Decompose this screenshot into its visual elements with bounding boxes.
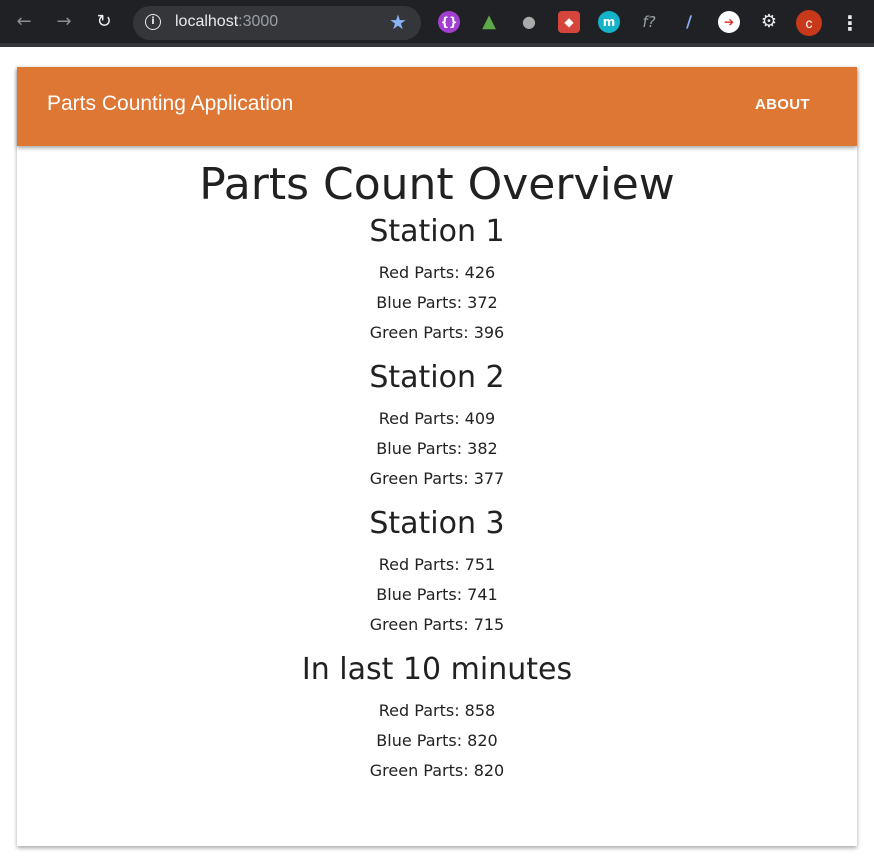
extension-circle-icon[interactable]: ➔ bbox=[718, 11, 740, 33]
section-title: Station 3 bbox=[369, 506, 505, 541]
extension-bracket-icon[interactable]: {} bbox=[438, 11, 460, 33]
red-parts-count: Red Parts: 751 bbox=[378, 555, 496, 574]
green-parts-count: Green Parts: 396 bbox=[369, 323, 505, 342]
green-parts-count: Green Parts: 377 bbox=[369, 469, 505, 488]
red-parts-count: Red Parts: 426 bbox=[378, 263, 496, 282]
extension-dropper-icon[interactable]: ∕ bbox=[678, 11, 700, 33]
profile-avatar[interactable]: c bbox=[796, 10, 822, 36]
extension-font-icon[interactable]: f? bbox=[638, 11, 660, 33]
green-parts-count: Green Parts: 820 bbox=[369, 761, 505, 780]
bookmark-star-icon[interactable]: ★ bbox=[389, 10, 407, 34]
reload-icon[interactable]: ↻ bbox=[92, 10, 116, 34]
address-bar[interactable]: i localhost:3000 ★ bbox=[133, 6, 421, 40]
extension-bug-icon[interactable]: ● bbox=[518, 11, 540, 33]
url-host: localhost bbox=[175, 13, 239, 30]
station-2-section: Station 2 Red Parts: 409 Blue Parts: 382… bbox=[17, 358, 857, 504]
station-1-section: Station 1 Red Parts: 426 Blue Parts: 372… bbox=[17, 212, 857, 358]
extension-paw-icon[interactable]: ◆ bbox=[558, 11, 580, 33]
browser-menu-icon[interactable]: ⋮ bbox=[840, 9, 860, 37]
blue-parts-count: Blue Parts: 820 bbox=[376, 731, 498, 750]
extensions-puzzle-icon[interactable]: ⚙ bbox=[758, 11, 780, 33]
station-3-section: Station 3 Red Parts: 751 Blue Parts: 741… bbox=[17, 504, 857, 650]
url-port: :3000 bbox=[238, 13, 279, 30]
app-container: Parts Counting Application ABOUT Parts C… bbox=[17, 67, 857, 846]
page-title: Parts Count Overview bbox=[199, 159, 675, 210]
red-parts-count: Red Parts: 858 bbox=[378, 701, 496, 720]
browser-toolbar: ← → ↻ i localhost:3000 ★ {} ▲ ● ◆ m f? ∕… bbox=[0, 0, 874, 47]
blue-parts-count: Blue Parts: 372 bbox=[376, 293, 498, 312]
red-parts-count: Red Parts: 409 bbox=[378, 409, 496, 428]
app-title[interactable]: Parts Counting Application bbox=[47, 92, 293, 116]
toolbar-divider bbox=[0, 43, 874, 47]
section-title: In last 10 minutes bbox=[301, 652, 573, 687]
address-url[interactable]: localhost:3000 bbox=[175, 13, 278, 31]
blue-parts-count: Blue Parts: 382 bbox=[376, 439, 498, 458]
main-content: Parts Count Overview Station 1 Red Parts… bbox=[17, 146, 857, 786]
back-arrow-icon[interactable]: ← bbox=[12, 10, 36, 34]
extension-m-icon[interactable]: m bbox=[598, 11, 620, 33]
blue-parts-count: Blue Parts: 741 bbox=[376, 585, 498, 604]
green-parts-count: Green Parts: 715 bbox=[369, 615, 505, 634]
section-title: Station 2 bbox=[369, 360, 505, 395]
forward-arrow-icon[interactable]: → bbox=[52, 10, 76, 34]
last-10-minutes-section: In last 10 minutes Red Parts: 858 Blue P… bbox=[17, 650, 857, 786]
extension-tree-icon[interactable]: ▲ bbox=[478, 11, 500, 33]
section-title: Station 1 bbox=[369, 214, 505, 249]
about-button[interactable]: ABOUT bbox=[755, 96, 810, 113]
site-info-icon[interactable]: i bbox=[145, 14, 161, 30]
app-bar: Parts Counting Application ABOUT bbox=[17, 67, 857, 146]
